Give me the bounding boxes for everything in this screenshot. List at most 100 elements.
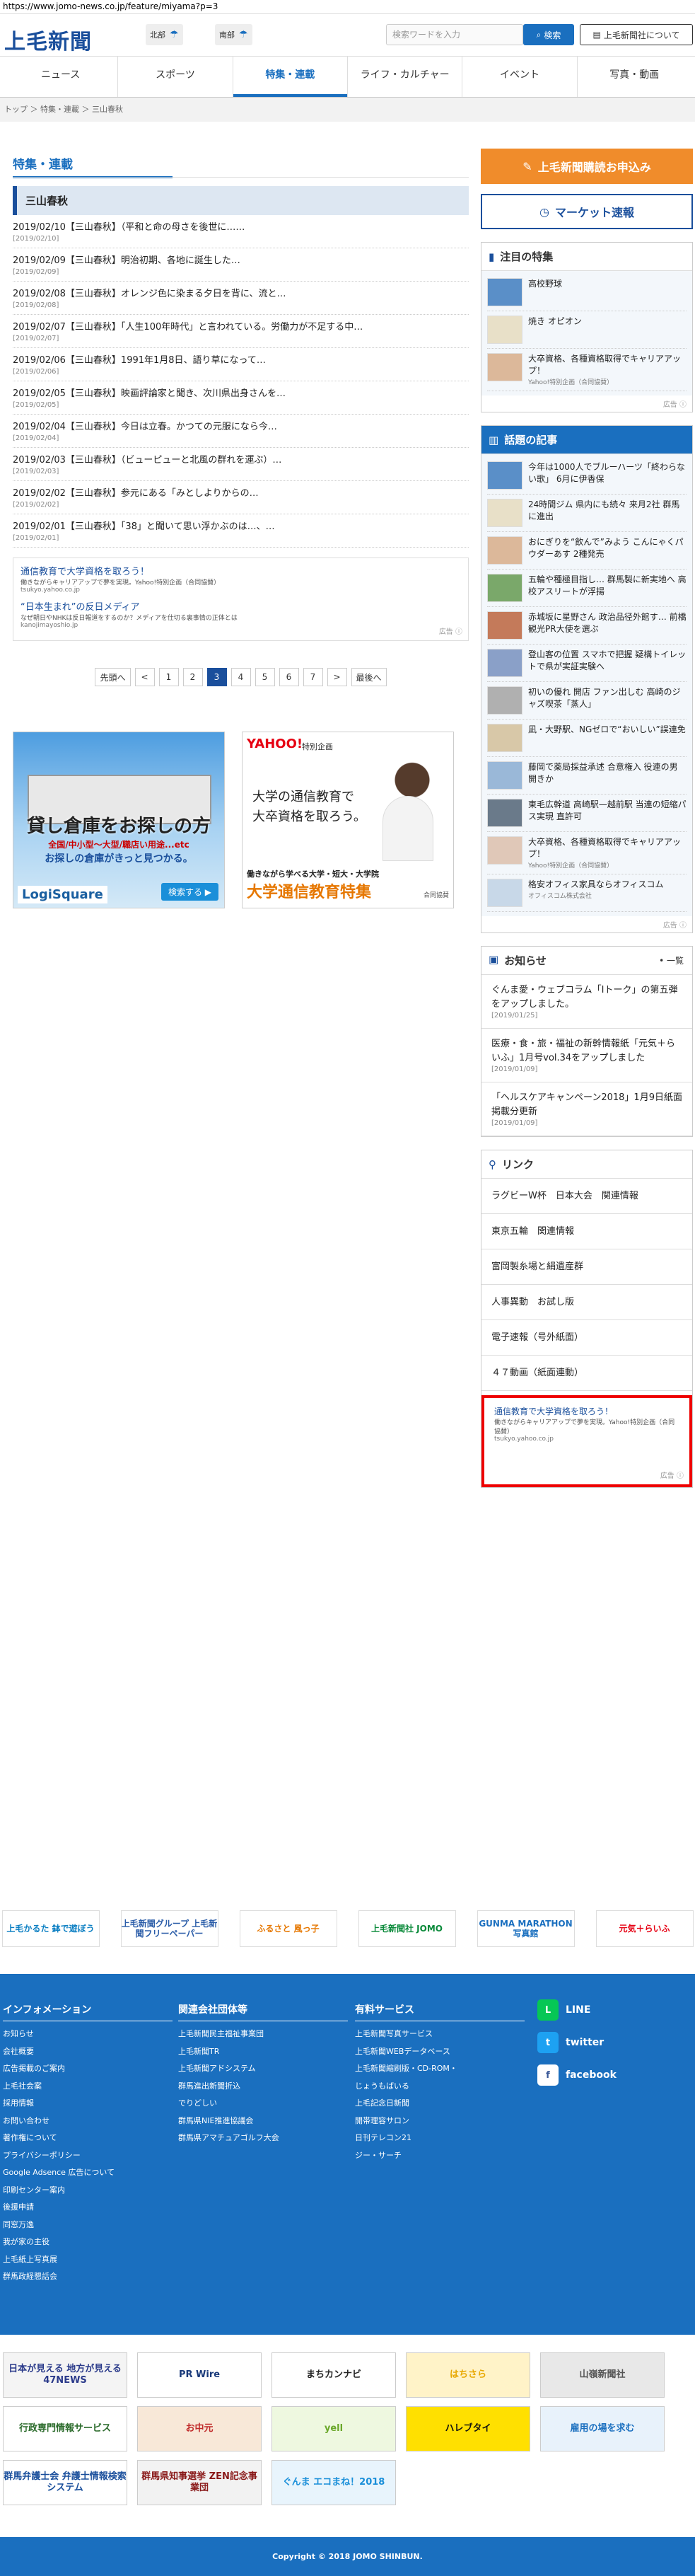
hot-article-item[interactable]: 今年は1000人でブルーハーツ「終わらない歌」 6月に伊香保 (487, 457, 687, 495)
footer-link[interactable]: 後援申請 (3, 2199, 173, 2217)
article-item[interactable]: 2019/02/09【三山春秋】明治初期、各地に誕生した… [2019/02/09… (13, 248, 469, 282)
bottom-link-banner[interactable]: GUNMA MARATHON 写真館 (477, 1910, 575, 1947)
hot-article-item[interactable]: 凪・大野駅、NGゼロで“おいしい”誤連免 (487, 720, 687, 757)
page-link[interactable]: < (134, 668, 155, 686)
page-link[interactable]: 最後へ (351, 668, 387, 686)
nav-photo-video[interactable]: 写真・動画 (578, 57, 691, 97)
browser-url-bar[interactable]: https://www.jomo-news.co.jp/feature/miya… (0, 0, 695, 14)
featured-item[interactable]: 焼き オピオン (487, 311, 687, 349)
footer-link[interactable]: 上毛新聞WEBデータベース (355, 2043, 525, 2061)
footer-link[interactable]: プライバシーポリシー (3, 2147, 173, 2165)
footer-link[interactable]: 会社概要 (3, 2043, 173, 2061)
footer-link[interactable]: 上毛新聞アドシステム (178, 2060, 348, 2078)
partner-logo[interactable]: ハレブタイ (406, 2406, 530, 2451)
partner-logo[interactable]: PR Wire (137, 2352, 262, 2398)
link-item[interactable]: ラグビーW杯 日本大会 関連情報 (481, 1179, 692, 1214)
hot-article-item[interactable]: 格安オフィス家具ならオフィスコム オフィスコム株式会社 (487, 874, 687, 912)
footer-link[interactable]: 群馬県NIE推進協議会 (178, 2113, 348, 2130)
text-ad[interactable]: 通信教育で大学資格を取ろう！ 働きながらキャリアアップで夢を実現。Yahoo!特別… (21, 564, 461, 594)
link-item[interactable]: 東京五輪 関連情報 (481, 1214, 692, 1249)
footer-link[interactable]: 群馬政経懇話会 (3, 2268, 173, 2286)
partner-logo[interactable]: ぐんま エコまね！2018 (271, 2460, 396, 2505)
footer-link[interactable]: でりどしい (178, 2095, 348, 2113)
text-ad[interactable]: “日本生まれ”の反日メディア なぜ朝日やNHKは反日報道をするのか？メディアを仕切… (21, 599, 461, 629)
footer-link[interactable]: 上毛記念日新聞 (355, 2095, 525, 2113)
footer-link[interactable]: 群馬県アマチュアゴルフ大会 (178, 2130, 348, 2147)
footer-link[interactable]: 印刷センター案内 (3, 2182, 173, 2200)
nav-sports[interactable]: スポーツ (118, 57, 233, 97)
hot-article-item[interactable]: 24時間ジム 県内にも続々 来月2社 群馬に進出 (487, 495, 687, 532)
footer-link[interactable]: 採用情報 (3, 2095, 173, 2113)
hot-article-item[interactable]: 東毛広幹道 高崎駅—越前駅 当連の短縮パス実現 直許可 (487, 795, 687, 832)
notice-more-link[interactable]: • 一覧 (659, 954, 684, 966)
search-button[interactable]: ⌕ 検索 (523, 24, 574, 45)
footer-link[interactable]: 上毛新聞写真サービス (355, 2026, 525, 2043)
footer-link[interactable]: じょうもばいる (355, 2078, 525, 2096)
bottom-link-banner[interactable]: 上毛新聞グループ 上毛新聞フリーペーパー (120, 1910, 218, 1947)
nav-events[interactable]: イベント (462, 57, 578, 97)
subscribe-button[interactable]: ✎ 上毛新聞購読お申込み (481, 149, 693, 184)
site-logo[interactable]: 上毛新聞 (4, 24, 92, 55)
page-link[interactable]: 3 (206, 668, 227, 686)
featured-item[interactable]: 大卒資格、各種資格取得でキャリアアップ！ Yahoo!特別企画（合同協賛） (487, 349, 687, 391)
ad-label[interactable]: 広告 ⓘ (660, 1469, 684, 1480)
page-link[interactable]: 2 (182, 668, 203, 686)
article-item[interactable]: 2019/02/01【三山春秋】「38」と聞いて思い浮かぶのは…、… [2019/… (13, 514, 469, 548)
footer-link[interactable]: 広告掲載のご案内 (3, 2060, 173, 2078)
weather-south[interactable]: 南部 ☂ (215, 24, 252, 45)
hot-article-item[interactable]: 藤岡で薬局採益承述 合意権入 役連の男 開きか (487, 757, 687, 795)
partner-logo[interactable]: 雇用の場を求む (540, 2406, 665, 2451)
footer-link[interactable]: 同窓万逸 (3, 2217, 173, 2234)
weather-north[interactable]: 北部 ☂ (146, 24, 183, 45)
article-item[interactable]: 2019/02/06【三山春秋】1991年1月8日、語り草になって… [2019/… (13, 348, 469, 381)
hot-article-item[interactable]: 登山客の位置 スマホで把握 疑構トイレットで県が実証実験へ (487, 645, 687, 682)
footer-link[interactable]: 群馬進出新聞折込 (178, 2078, 348, 2096)
footer-link[interactable]: ジー・サーチ (355, 2147, 525, 2165)
footer-link[interactable]: 上毛新聞縮刷版・CD-ROM・ (355, 2060, 525, 2078)
banner-search-button[interactable]: 検索する ▶ (160, 883, 218, 901)
article-item[interactable]: 2019/02/02【三山春秋】参元にある「みとしよりからの… [2019/02/… (13, 481, 469, 514)
notice-item[interactable]: 医療・食・旅・福祉の新幹情報紙「元気＋らいふ」1月号vol.34をアップしました… (481, 1029, 692, 1082)
nav-news[interactable]: ニュース (4, 57, 119, 97)
page-link[interactable]: 6 (279, 668, 299, 686)
footer-link[interactable]: 上毛紙上写真展 (3, 2251, 173, 2269)
banner-correspondence[interactable]: YAHOO! 特別企画 大学の通信教育で 大卒資格を取ろう。 働きながら学べる大学… (242, 732, 454, 908)
market-button[interactable]: ◷ マーケット速報 (481, 194, 693, 229)
footer-link[interactable]: 開帯理容サロン (355, 2113, 525, 2130)
footer-link[interactable]: 日刊テレコン21 (355, 2130, 525, 2147)
nav-features[interactable]: 特集・連載 (233, 57, 348, 97)
article-item[interactable]: 2019/02/07【三山春秋】「人生100年時代」と言われている。労働力が不足… (13, 315, 469, 348)
hot-article-item[interactable]: おにぎりを“飲んで”みよう こんにゃくパウダーあす 2種発売 (487, 532, 687, 570)
page-link[interactable]: 7 (303, 668, 323, 686)
hot-article-item[interactable]: 赤城坂に星野さん 政治品径外館す… 前橋 観光PR大使を選ぶ (487, 607, 687, 645)
ad-label[interactable]: 広告 ⓘ (481, 916, 692, 932)
partner-logo[interactable]: 行政専門情報サービス (3, 2406, 127, 2451)
footer-link[interactable]: 我が家の主役 (3, 2234, 173, 2251)
partner-logo[interactable]: 日本が見える 地方が見える 47NEWS (3, 2352, 127, 2398)
partner-logo[interactable]: 群馬弁護士会 弁護士情報検索システム (3, 2460, 127, 2505)
footer-link[interactable]: 上毛新聞民主福祉事業団 (178, 2026, 348, 2043)
featured-item[interactable]: 高校野球 (487, 274, 687, 311)
partner-logo[interactable]: まちカンナビ (271, 2352, 396, 2398)
footer-link[interactable]: 著作権について (3, 2130, 173, 2147)
links-text-ad[interactable]: 通信教育で大学資格を取ろう！ 働きながらキャリアアップで夢を実現。Yahoo!特… (481, 1395, 692, 1487)
partner-logo[interactable]: 山嶺新聞社 (540, 2352, 665, 2398)
sns-line[interactable]: L LINE (537, 1999, 679, 2021)
footer-link[interactable]: お問い合わせ (3, 2113, 173, 2130)
partner-logo[interactable]: はちさら (406, 2352, 530, 2398)
search-input[interactable]: 検索ワードを入力 (386, 24, 523, 45)
footer-link[interactable]: お知らせ (3, 2026, 173, 2043)
link-item[interactable]: ４７動画（紙面連動） (481, 1356, 692, 1391)
page-link[interactable]: 5 (255, 668, 275, 686)
article-item[interactable]: 2019/02/10【三山春秋】（平和と命の母さを後世に…… [2019/02/1… (13, 215, 469, 248)
article-item[interactable]: 2019/02/08【三山春秋】オレンジ色に染まる夕日を背に、流と… [2019/… (13, 282, 469, 315)
link-item[interactable]: 富岡製糸場と絹遺産群 (481, 1249, 692, 1285)
hot-article-item[interactable]: 大卒資格、各種資格取得でキャリアアップ！ Yahoo!特別企画（合同協賛） (487, 832, 687, 874)
page-link[interactable]: 4 (230, 668, 251, 686)
link-item[interactable]: 電子速報（号外紙面） (481, 1320, 692, 1356)
page-link[interactable]: > (327, 668, 347, 686)
hot-article-item[interactable]: 五輪や種極目指し… 群馬製に新実地へ 高校アスリートが浮揚 (487, 570, 687, 607)
about-button[interactable]: ▤ 上毛新聞社について (580, 24, 693, 45)
nav-life-culture[interactable]: ライフ・カルチャー (348, 57, 463, 97)
page-link[interactable]: 1 (158, 668, 179, 686)
